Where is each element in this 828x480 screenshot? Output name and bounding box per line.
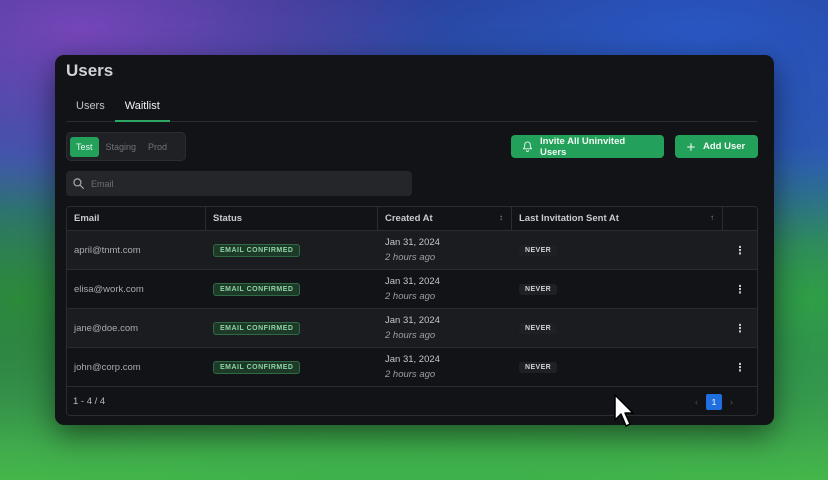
invite-all-label: Invite All Uninvited Users bbox=[540, 135, 626, 158]
status-badge: EMAIL CONFIRMED bbox=[213, 243, 301, 257]
invite-all-button[interactable]: Invite All Uninvited Users bbox=[511, 135, 664, 158]
row-email: april@tnmt.com bbox=[74, 244, 141, 256]
row-status: EMAIL CONFIRMED bbox=[206, 348, 378, 387]
bell-icon bbox=[522, 141, 533, 152]
users-window: Users Users Waitlist Test Staging Prod I… bbox=[55, 55, 774, 425]
column-header-status[interactable]: Status bbox=[206, 207, 378, 231]
created-relative: 2 hours ago bbox=[385, 330, 436, 341]
next-page-icon[interactable]: › bbox=[730, 397, 733, 407]
status-badge: EMAIL CONFIRMED bbox=[213, 360, 301, 374]
row-last-invite: NEVER bbox=[512, 231, 723, 270]
row-menu-icon[interactable]: ⋮ bbox=[723, 244, 757, 257]
table-row: john@corp.com EMAIL CONFIRMED Jan 31, 20… bbox=[67, 348, 757, 387]
column-header-created-label: Created At bbox=[385, 213, 433, 224]
row-menu-icon[interactable]: ⋮ bbox=[723, 322, 757, 335]
row-created: Jan 31, 2024 2 hours ago bbox=[378, 231, 512, 270]
page-number-button[interactable]: 1 bbox=[706, 393, 722, 410]
search-box bbox=[66, 171, 412, 196]
never-badge: NEVER bbox=[519, 283, 558, 295]
pagination-range: 1 - 4 / 4 bbox=[73, 396, 106, 407]
created-date: Jan 31, 2024 bbox=[385, 237, 440, 248]
created-date: Jan 31, 2024 bbox=[385, 276, 440, 287]
created-relative: 2 hours ago bbox=[385, 369, 436, 380]
column-header-created[interactable]: Created At ↕ bbox=[378, 207, 512, 231]
row-menu-icon[interactable]: ⋮ bbox=[723, 283, 757, 296]
column-header-last-invite-label: Last Invitation Sent At bbox=[519, 213, 619, 224]
table-row: elisa@work.com EMAIL CONFIRMED Jan 31, 2… bbox=[67, 270, 757, 309]
add-user-label: Add User bbox=[703, 141, 746, 152]
page-title: Users bbox=[66, 61, 114, 80]
row-last-invite: NEVER bbox=[512, 309, 723, 348]
table-header: Email Status Created At ↕ Last Invitatio… bbox=[67, 207, 757, 231]
row-email: john@corp.com bbox=[74, 361, 141, 373]
env-staging-option[interactable]: Staging bbox=[101, 137, 142, 157]
row-email: elisa@work.com bbox=[74, 283, 144, 295]
column-header-email[interactable]: Email bbox=[67, 207, 206, 231]
email-search-input[interactable] bbox=[91, 178, 391, 189]
status-badge: EMAIL CONFIRMED bbox=[213, 321, 301, 335]
tab-bar: Users Waitlist bbox=[66, 93, 757, 122]
waitlist-table: Email Status Created At ↕ Last Invitatio… bbox=[66, 206, 758, 416]
plus-icon bbox=[687, 142, 695, 151]
row-last-invite: NEVER bbox=[512, 270, 723, 309]
environment-switcher: Test Staging Prod bbox=[66, 132, 186, 161]
table-row: april@tnmt.com EMAIL CONFIRMED Jan 31, 2… bbox=[67, 231, 757, 270]
row-status: EMAIL CONFIRMED bbox=[206, 309, 378, 348]
column-header-last-invite[interactable]: Last Invitation Sent At ↑ bbox=[512, 207, 723, 231]
add-user-button[interactable]: Add User bbox=[675, 135, 758, 158]
created-date: Jan 31, 2024 bbox=[385, 354, 440, 365]
never-badge: NEVER bbox=[519, 361, 558, 373]
column-header-actions bbox=[723, 207, 757, 231]
never-badge: NEVER bbox=[519, 322, 558, 334]
table-row: jane@doe.com EMAIL CONFIRMED Jan 31, 202… bbox=[67, 309, 757, 348]
sort-both-icon[interactable]: ↕ bbox=[499, 213, 503, 222]
created-relative: 2 hours ago bbox=[385, 291, 436, 302]
row-status: EMAIL CONFIRMED bbox=[206, 231, 378, 270]
table-footer: 1 - 4 / 4 ‹ 1 › bbox=[67, 387, 757, 415]
prev-page-icon[interactable]: ‹ bbox=[695, 397, 698, 407]
env-test-option[interactable]: Test bbox=[70, 136, 99, 157]
env-prod-option[interactable]: Prod bbox=[143, 137, 172, 157]
status-badge: EMAIL CONFIRMED bbox=[213, 282, 301, 296]
created-date: Jan 31, 2024 bbox=[385, 315, 440, 326]
row-created: Jan 31, 2024 2 hours ago bbox=[378, 309, 512, 348]
mouse-pointer-icon bbox=[614, 394, 634, 427]
never-badge: NEVER bbox=[519, 244, 558, 256]
row-status: EMAIL CONFIRMED bbox=[206, 270, 378, 309]
tab-users[interactable]: Users bbox=[66, 93, 115, 122]
row-menu-icon[interactable]: ⋮ bbox=[723, 361, 757, 374]
row-last-invite: NEVER bbox=[512, 348, 723, 387]
row-created: Jan 31, 2024 2 hours ago bbox=[378, 348, 512, 387]
sort-ascending-icon[interactable]: ↑ bbox=[710, 213, 714, 222]
created-relative: 2 hours ago bbox=[385, 252, 436, 263]
row-created: Jan 31, 2024 2 hours ago bbox=[378, 270, 512, 309]
pagination: ‹ 1 › bbox=[695, 393, 733, 410]
tab-waitlist[interactable]: Waitlist bbox=[114, 93, 170, 122]
search-icon bbox=[73, 178, 84, 189]
row-email: jane@doe.com bbox=[74, 322, 139, 334]
